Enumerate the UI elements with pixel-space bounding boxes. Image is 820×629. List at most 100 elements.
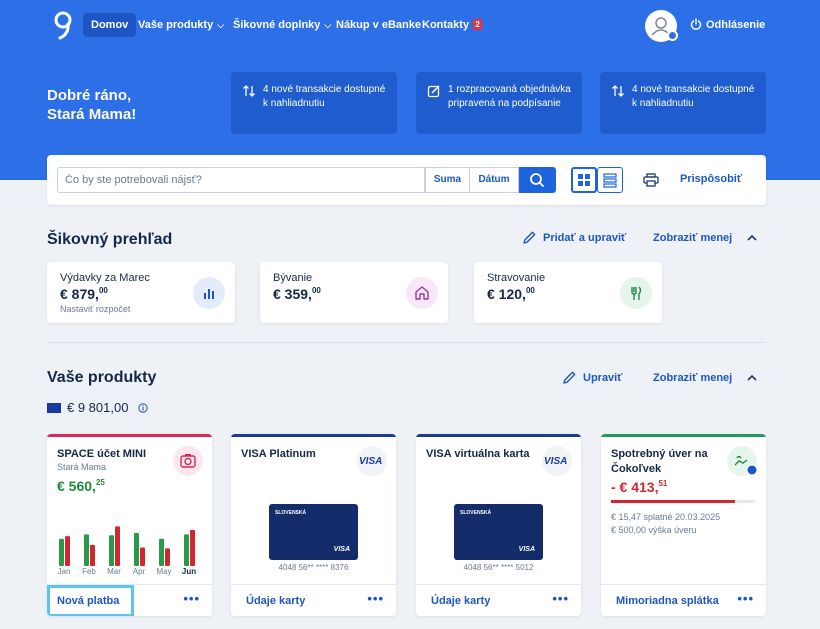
edit-document-icon [427, 85, 440, 98]
card-footer: Údaje karty ••• [416, 584, 581, 616]
nav-item-label: Vaše produkty [138, 19, 214, 31]
more-options-icon[interactable]: ••• [737, 591, 754, 606]
date-filter-button[interactable]: Dátum [470, 167, 519, 193]
product-balance: € 560,25 [57, 478, 105, 494]
total-balance: € 9 801,00 [67, 400, 129, 415]
card-image: SLOVENSKÁ VISA [269, 504, 358, 560]
search-button[interactable] [519, 167, 556, 193]
notification-card[interactable]: 4 nové transakcie dostupné k nahliadnuti… [231, 72, 397, 134]
chart-bar-jun-expense [190, 529, 195, 566]
edit-products-button[interactable]: Upraviť [563, 371, 623, 384]
nav-item-home[interactable]: Domov [83, 13, 137, 37]
customize-button[interactable]: Prispôsobiť [680, 173, 742, 185]
notification-card[interactable]: 1 rozpracovaná objednávka pripravená na … [416, 72, 582, 134]
loan-amount: € 500,00 výška úveru [611, 525, 697, 535]
card-amount: € 359,00 [273, 286, 321, 302]
power-icon [690, 18, 702, 30]
add-edit-button[interactable]: Pridať a upraviť [523, 231, 626, 244]
chart-bar-apr-income [134, 533, 139, 566]
product-owner: Stará Mama [57, 462, 107, 472]
new-payment-button[interactable]: Nová platba [57, 595, 119, 607]
show-less-button[interactable]: Zobraziť menej [653, 232, 732, 244]
info-icon[interactable] [138, 403, 148, 413]
show-less-button[interactable]: Zobraziť menej [653, 372, 732, 384]
product-card-loan[interactable]: Spotrebný úver na Čokoľvek - € 413,51 € … [601, 434, 766, 616]
chart-month-label: Apr [132, 567, 146, 576]
product-title: Spotrebný úver na Čokoľvek [611, 448, 708, 475]
loan-progress-bar [611, 500, 755, 503]
print-icon[interactable] [643, 173, 659, 187]
card-footer: Mimoriadna splátka ••• [601, 584, 766, 616]
loan-hand-icon [727, 446, 758, 476]
nav-item-products[interactable]: Vaše produkty ⌵ [130, 13, 232, 37]
sum-filter-button[interactable]: Suma [425, 167, 470, 193]
product-card-visa-virtual[interactable]: VISA virtuálna karta VISA SLOVENSKÁ VISA… [416, 434, 581, 616]
more-options-icon[interactable]: ••• [183, 591, 200, 606]
overview-card-housing[interactable]: Bývanie € 359,00 [260, 262, 448, 323]
amount-cents: 00 [525, 286, 535, 295]
extra-payment-button[interactable]: Mimoriadna splátka [616, 595, 719, 607]
card-details-button[interactable]: Údaje karty [246, 595, 305, 607]
overview-card-dining[interactable]: Stravovanie € 120,00 [474, 262, 662, 323]
chart-month-labels: Jan Feb Mar Apr May Jun [57, 567, 205, 579]
amount-main: - € 413, [611, 479, 659, 495]
spending-chart [59, 526, 195, 566]
logout-button[interactable]: Odhlásenie [690, 18, 765, 31]
bank-logo-icon[interactable] [52, 10, 74, 40]
search-bar: Suma Dátum Prispôsobiť [47, 155, 766, 205]
grid-view-button[interactable] [571, 167, 597, 193]
edit-label: Upraviť [583, 372, 623, 384]
product-card-account[interactable]: SPACE účet MINI Stará Mama € 560,25 Jan F… [47, 434, 212, 616]
visa-brand: VISA [359, 456, 383, 467]
top-navigation: Domov Vaše produkty ⌵ Šikovné doplnky ⌵ Ná… [0, 0, 820, 52]
amount-cents: 25 [95, 478, 105, 487]
set-budget-link[interactable]: Nastaviť rozpočet [60, 304, 130, 314]
grid-icon [578, 174, 590, 186]
nav-item-label: Šikovné doplnky [233, 19, 321, 31]
list-view-button[interactable] [597, 167, 623, 193]
card-details-button[interactable]: Údaje karty [431, 595, 490, 607]
eu-flag-icon [47, 403, 61, 413]
section-divider [47, 342, 766, 343]
card-footer: Nová platba ••• [47, 584, 212, 616]
chart-bar-apr-expense [140, 547, 145, 566]
chart-bar-jan-expense [65, 536, 70, 566]
avatar[interactable] [645, 10, 678, 42]
product-title: VISA virtuálna karta [426, 448, 530, 460]
chart-month-label: Mar [107, 567, 121, 576]
card-amount: € 120,00 [487, 286, 535, 302]
products-title: Vaše produkty [47, 369, 157, 386]
card-brand: VISA [518, 546, 535, 553]
chart-bar-mar-income [109, 535, 114, 566]
notification-card[interactable]: 4 nové transakcie dostupné k nahliadnuti… [600, 72, 766, 134]
card-accent-bar [47, 434, 212, 437]
logout-label: Odhlásenie [706, 19, 766, 31]
chart-bar-jun-income [184, 534, 189, 566]
nav-item-contacts[interactable]: Kontakty 2 [414, 13, 490, 37]
dining-icon [620, 277, 652, 309]
card-accent-bar [416, 434, 581, 437]
overview-card-expenses[interactable]: Výdavky za Marec € 879,00 Nastaviť rozpo… [47, 262, 235, 323]
more-options-icon[interactable]: ••• [367, 591, 384, 606]
overview-title: Šikovný prehľad [47, 231, 173, 248]
pencil-icon [523, 231, 536, 244]
next-installment: € 15,47 splatné 20.03.2025 [611, 512, 721, 522]
chevron-up-icon[interactable] [746, 232, 758, 244]
nav-item-addons[interactable]: Šikovné doplnky ⌵ [225, 13, 339, 37]
search-input[interactable] [57, 167, 425, 193]
more-options-icon[interactable]: ••• [552, 591, 569, 606]
search-icon [530, 173, 544, 187]
list-icon [603, 173, 617, 188]
notification-text: 1 rozpracovaná objednávka pripravená na … [448, 84, 571, 109]
pencil-icon [563, 371, 576, 384]
chevron-down-icon: ⌵ [217, 20, 225, 30]
transfer-arrows-icon [243, 85, 255, 97]
chevron-up-icon[interactable] [746, 372, 758, 384]
bar-chart-icon [193, 277, 225, 309]
chart-month-label: Jan [57, 567, 71, 576]
loan-balance: - € 413,51 [611, 479, 667, 495]
chart-bar-feb-expense [90, 544, 95, 566]
notification-text: 4 nové transakcie dostupné k nahliadnuti… [263, 84, 386, 109]
product-card-visa-platinum[interactable]: VISA Platinum VISA SLOVENSKÁ VISA 4048 5… [231, 434, 396, 616]
chart-month-label: Feb [82, 567, 96, 576]
